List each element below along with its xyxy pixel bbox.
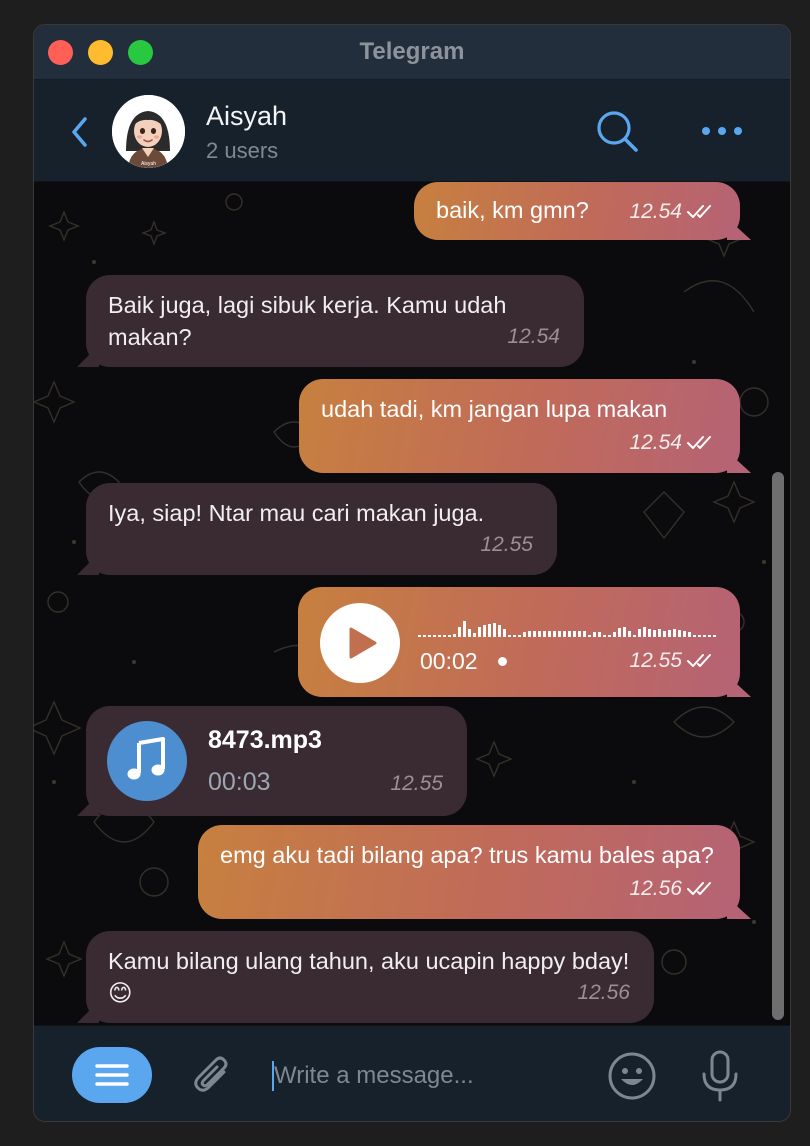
message-input[interactable] (274, 1054, 594, 1098)
double-check-icon (687, 436, 711, 449)
contact-name[interactable]: Aisyah (206, 101, 287, 132)
double-check-icon (687, 882, 711, 895)
emoji-button[interactable] (606, 1050, 658, 1102)
emoji-icon (608, 1052, 656, 1100)
message-time: 12.56 (629, 877, 682, 900)
avatar-caption: Aisyah (141, 161, 156, 167)
paperclip-icon (194, 1056, 228, 1092)
chat-area[interactable]: baik, km gmn? 12.54 Baik juga, lagi sibu… (34, 182, 790, 1025)
chat-scrollbar[interactable] (772, 472, 784, 1020)
message-time: 12.54 (507, 325, 560, 348)
message-time: 12.54 (629, 200, 682, 223)
message-meta: 12.55 (480, 529, 533, 561)
chat-header: Aisyah Aisyah 2 users (34, 81, 790, 182)
bot-menu-button[interactable] (72, 1047, 152, 1103)
avatar-illustration: Aisyah (112, 95, 185, 168)
avatar[interactable]: Aisyah (112, 95, 185, 168)
message-text: Iya, siap! Ntar mau cari makan juga. (108, 500, 485, 526)
voice-message[interactable]: 00:02 12.55 (298, 587, 740, 697)
message-meta: 12.56 (629, 873, 716, 905)
music-note-icon (127, 737, 165, 780)
message-meta: 12.54 (507, 321, 560, 353)
double-check-icon (687, 205, 711, 218)
voice-duration: 00:02 (420, 648, 478, 674)
message-bubble[interactable]: Iya, siap! Ntar mau cari makan juga. 12.… (86, 483, 557, 575)
contact-subtitle: 2 users (206, 138, 279, 163)
search-icon (597, 111, 638, 152)
file-message[interactable]: 8473.mp3 00:03 12.55 (86, 706, 467, 816)
message-meta: 12.55 (629, 645, 716, 677)
message-bubble[interactable]: baik, km gmn? 12.54 (414, 182, 740, 240)
chevron-left-icon (72, 117, 87, 147)
window-title: Telegram (359, 38, 465, 65)
unplayed-dot (498, 657, 507, 666)
message-text: Baik juga, lagi sibuk kerja. Kamu udah m… (108, 292, 507, 350)
message-meta: 12.54 (629, 427, 716, 459)
play-icon (349, 627, 377, 659)
message-bubble[interactable]: Baik juga, lagi sibuk kerja. Kamu udah m… (86, 275, 584, 367)
message-time: 12.55 (480, 533, 533, 556)
message-text: udah tadi, km jangan lupa makan (321, 396, 668, 422)
message-time: 12.55 (629, 649, 682, 672)
message-bubble[interactable]: Kamu bilang ulang tahun, aku ucapin happ… (86, 931, 654, 1023)
double-check-icon (687, 654, 711, 667)
message-meta: 12.55 (390, 768, 443, 800)
voice-waveform[interactable] (418, 615, 718, 639)
more-button[interactable] (700, 116, 744, 146)
message-time: 12.55 (390, 772, 443, 795)
attach-button[interactable] (190, 1052, 236, 1098)
message-time: 12.54 (629, 431, 682, 454)
file-duration: 00:03 (208, 768, 271, 796)
message-text: emg aku tadi bilang apa? trus kamu bales… (220, 842, 714, 868)
voice-record-button[interactable] (698, 1048, 742, 1104)
back-button[interactable] (68, 116, 92, 148)
message-time: 12.56 (577, 981, 630, 1004)
microphone-icon (702, 1050, 738, 1102)
message-bubble[interactable]: emg aku tadi bilang apa? trus kamu bales… (198, 825, 740, 919)
message-composer (34, 1025, 790, 1121)
file-download-button[interactable] (107, 721, 187, 801)
more-dots-icon (702, 127, 742, 135)
title-bar: Telegram (34, 25, 790, 80)
message-text: baik, km gmn? (436, 197, 589, 223)
message-meta: 12.54 (629, 196, 716, 228)
message-meta: 12.56 (577, 977, 630, 1009)
message-bubble[interactable]: udah tadi, km jangan lupa makan 12.54 (299, 379, 740, 473)
play-button[interactable] (320, 603, 400, 683)
file-name: 8473.mp3 (208, 726, 322, 754)
message-text: Kamu bilang ulang tahun, aku ucapin happ… (108, 948, 630, 1006)
search-button[interactable] (594, 108, 642, 156)
telegram-window: Telegram Aisyah Aisyah 2 users baik, km … (33, 24, 791, 1122)
menu-icon (95, 1064, 129, 1086)
